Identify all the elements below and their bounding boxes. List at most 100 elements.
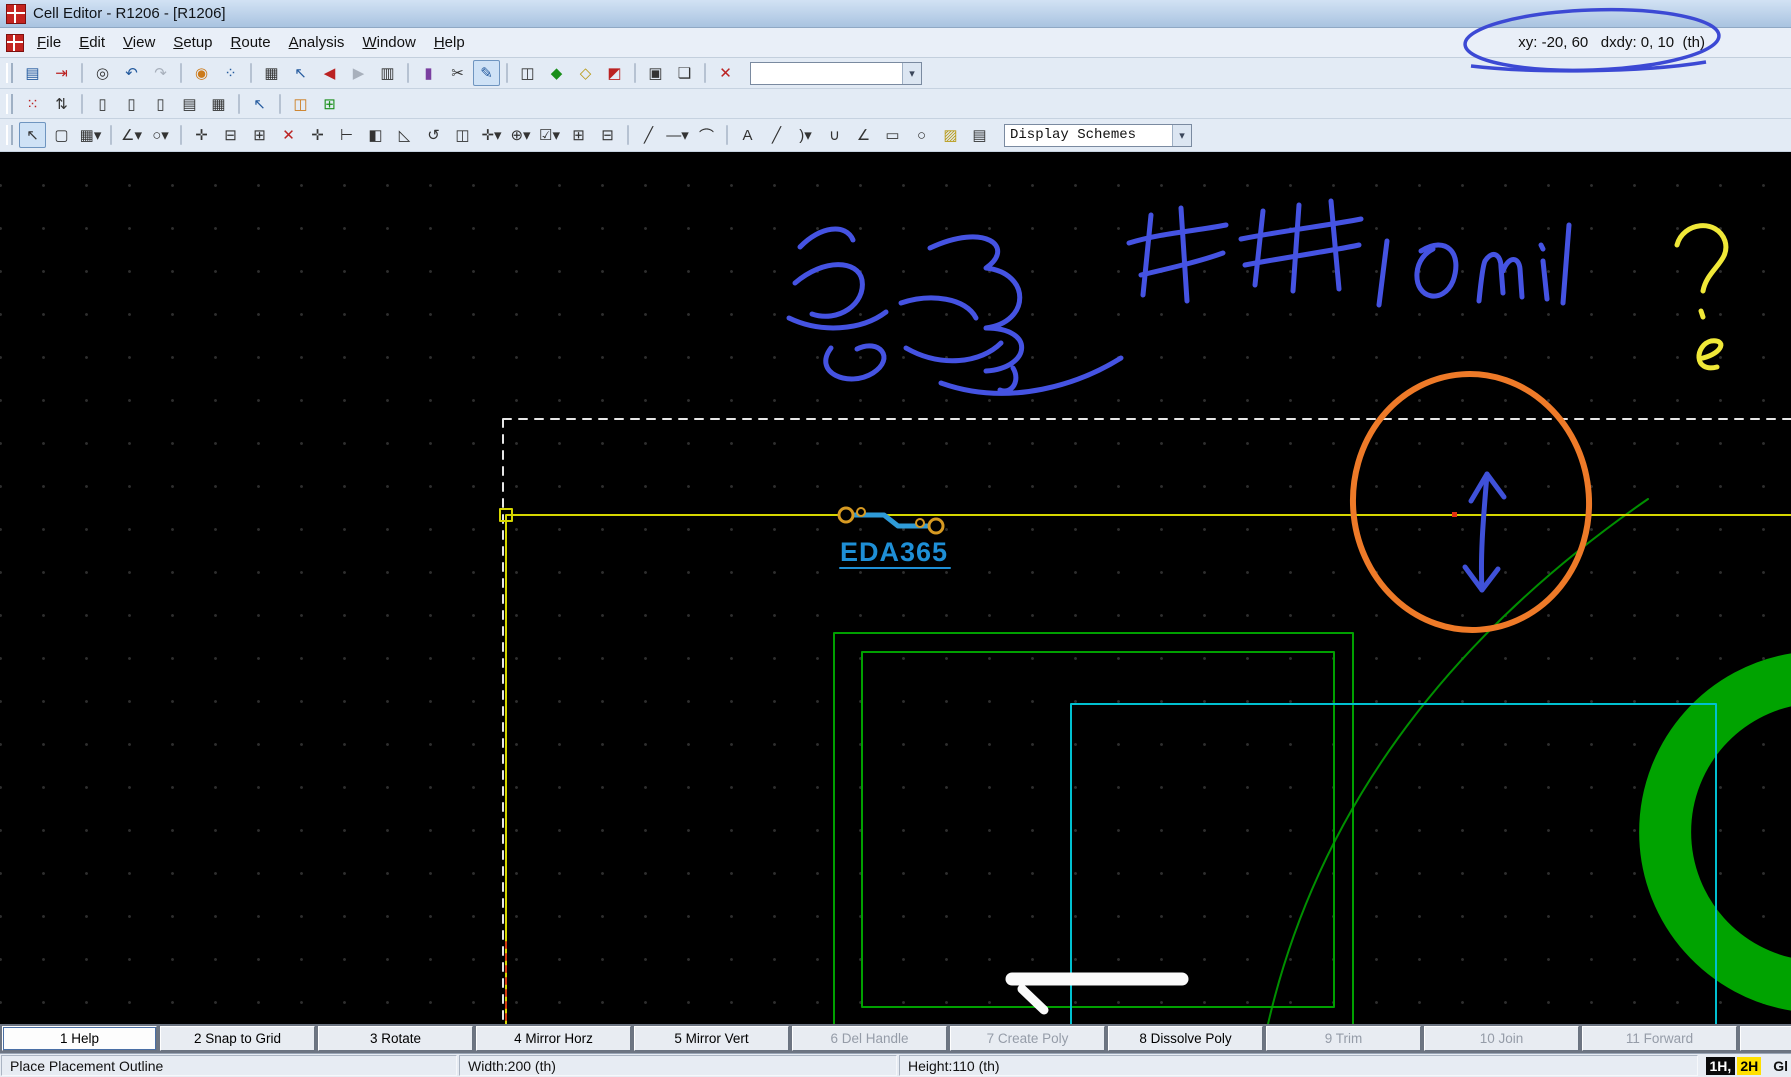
fkey-1-help[interactable]: 1 Help (2, 1026, 157, 1051)
zoom-in-icon[interactable]: ⊞ (565, 122, 592, 148)
paste-icon[interactable]: ❏ (671, 60, 698, 86)
merge-icon[interactable]: ⊞ (246, 122, 273, 148)
origin-icon[interactable]: ⊕▾ (507, 122, 534, 148)
undo-icon[interactable]: ↶ (118, 60, 145, 86)
menu-edit[interactable]: Edit (70, 29, 114, 56)
copy-shape-icon[interactable]: ◫ (449, 122, 476, 148)
toolbar-separator (81, 93, 83, 114)
angle-mode-icon[interactable]: ∠▾ (118, 122, 145, 148)
fkey-10-join: 10 Join (1424, 1026, 1579, 1051)
fkey-12-partial[interactable] (1740, 1026, 1791, 1051)
menu-help[interactable]: Help (425, 29, 474, 56)
add-pins-icon[interactable]: ⁘ (217, 60, 244, 86)
circle-tool-icon[interactable]: ○ (908, 122, 935, 148)
arc-tool-icon[interactable]: ⌒ (693, 122, 720, 148)
redo-icon[interactable]: ↷ (147, 60, 174, 86)
function-key-bar: 1 Help 2 Snap to Grid 3 Rotate 4 Mirror Hor… (0, 1024, 1791, 1053)
place-pin-icon[interactable]: ◉ (188, 60, 215, 86)
toolbar-combobox[interactable]: ▾ (750, 61, 922, 85)
cell-window-icon[interactable]: ◫ (514, 60, 541, 86)
pad-plane-icon[interactable]: ▤ (176, 91, 203, 117)
assembly-arc (1267, 498, 1649, 1024)
rotate-ccw-icon[interactable]: ↺ (420, 122, 447, 148)
fkey-4-mirror-horz[interactable]: 4 Mirror Horz (476, 1026, 631, 1051)
menu-view[interactable]: View (114, 29, 164, 56)
selection-filter-icon[interactable]: ▦ (258, 60, 285, 86)
extend-icon[interactable]: ⊢ (333, 122, 360, 148)
select-tool-icon[interactable]: ↖ (287, 60, 314, 86)
copy-icon[interactable]: ▣ (642, 60, 669, 86)
padstack-icon[interactable]: ⁙ (19, 91, 46, 117)
zoom-icon[interactable]: ◎ (89, 60, 116, 86)
pick-tool-icon[interactable]: ↖ (246, 91, 273, 117)
draw-mode-icon[interactable]: ✎ (473, 60, 500, 86)
fill-icon[interactable]: ▨ (937, 122, 964, 148)
fkey-8-dissolve-poly[interactable]: 8 Dissolve Poly (1108, 1026, 1263, 1051)
line-mode-icon[interactable]: ―▾ (664, 122, 691, 148)
menu-route[interactable]: Route (222, 29, 280, 56)
grid-settings-icon[interactable]: ▦▾ (77, 122, 104, 148)
menu-setup[interactable]: Setup (164, 29, 221, 56)
stretch-icon[interactable]: ✛ (188, 122, 215, 148)
display-schemes-combobox[interactable]: Display Schemes ▾ (1004, 123, 1192, 147)
drc-window-icon[interactable]: ◩ (601, 60, 628, 86)
prev-icon[interactable]: ◀ (316, 60, 343, 86)
next-icon[interactable]: ▶ (345, 60, 372, 86)
cell-boundary (505, 514, 1791, 1024)
area-select-icon[interactable]: ▢ (48, 122, 75, 148)
pad-inner-icon[interactable]: ▯ (147, 91, 174, 117)
chamfer-icon[interactable]: ◺ (391, 122, 418, 148)
menu-window[interactable]: Window (353, 29, 424, 56)
chevron-down-icon[interactable]: ▾ (902, 62, 921, 84)
save-icon[interactable]: ▤ (19, 60, 46, 86)
snap-to-icon[interactable]: ✛ (304, 122, 331, 148)
check-icon[interactable]: ☑▾ (536, 122, 563, 148)
draw-line-icon[interactable]: ╱ (763, 122, 790, 148)
fkey-5-mirror-vert[interactable]: 5 Mirror Vert (634, 1026, 789, 1051)
toolbar-grip[interactable] (6, 63, 13, 83)
toolbar-separator (506, 63, 508, 83)
pad-mask-icon[interactable]: ▦ (205, 91, 232, 117)
design-canvas[interactable]: EDA365 (0, 152, 1791, 1024)
close-cell-editor-icon[interactable]: ⇥ (48, 60, 75, 86)
renumber-pins-icon[interactable]: ⇅ (48, 91, 75, 117)
pad-bottom-icon[interactable]: ▯ (118, 91, 145, 117)
arc-mode-icon[interactable]: ○▾ (147, 122, 174, 148)
review-icon[interactable]: ▥ (374, 60, 401, 86)
watermark-text: EDA365 (840, 537, 948, 567)
snap-marker (1452, 512, 1457, 517)
toolbar-grip[interactable] (6, 93, 13, 114)
title-bar: Cell Editor - R1206 - [R1206] (0, 0, 1791, 28)
menu-analysis[interactable]: Analysis (280, 29, 354, 56)
padstack-editor-icon[interactable]: ◫ (287, 91, 314, 117)
zoom-out-icon[interactable]: ⊟ (594, 122, 621, 148)
move-icon[interactable]: ✛▾ (478, 122, 505, 148)
toolbar-grip[interactable] (6, 125, 13, 145)
fkey-3-rotate[interactable]: 3 Rotate (318, 1026, 473, 1051)
pad-shapes-icon[interactable]: ⊞ (316, 91, 343, 117)
properties-icon[interactable]: ▤ (966, 122, 993, 148)
delete-vertex-icon[interactable]: ✕ (275, 122, 302, 148)
select-arrow-icon[interactable]: ↖ (19, 122, 46, 148)
line-45-icon[interactable]: ╱ (635, 122, 662, 148)
fkey-2-snap-to-grid[interactable]: 2 Snap to Grid (160, 1026, 315, 1051)
mirror-icon[interactable]: ◧ (362, 122, 389, 148)
polyline-icon[interactable]: ∪ (821, 122, 848, 148)
delete-icon[interactable]: ✕ (712, 60, 739, 86)
draw-arc-icon[interactable]: )▾ (792, 122, 819, 148)
document-system-menu-icon[interactable] (6, 33, 24, 52)
layer-stack-icon[interactable]: ▮ (415, 60, 442, 86)
status-chip-2h: 2H (1737, 1056, 1762, 1075)
online-drc-off-icon[interactable]: ◇ (572, 60, 599, 86)
pad-top-icon[interactable]: ▯ (89, 91, 116, 117)
menu-file[interactable]: File (28, 29, 70, 56)
toolbar-separator (81, 63, 83, 83)
text-icon[interactable]: A (734, 122, 761, 148)
online-drc-on-icon[interactable]: ◆ (543, 60, 570, 86)
angle-line-icon[interactable]: ∠ (850, 122, 877, 148)
chevron-down-icon[interactable]: ▾ (1172, 124, 1191, 146)
canvas-drawing: EDA365 (499, 198, 1791, 1024)
cut-icon[interactable]: ✂ (444, 60, 471, 86)
split-icon[interactable]: ⊟ (217, 122, 244, 148)
rectangle-tool-icon[interactable]: ▭ (879, 122, 906, 148)
